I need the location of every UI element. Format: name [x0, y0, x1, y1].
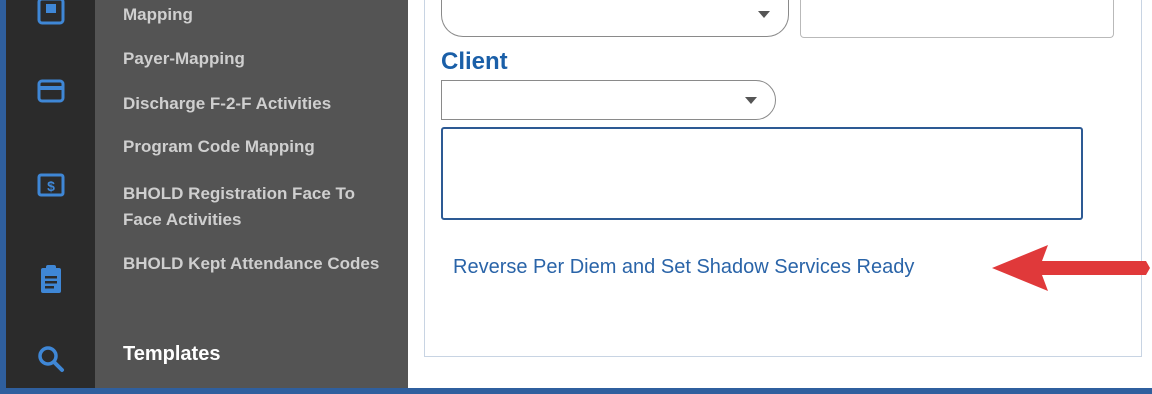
reverse-per-diem-link[interactable]: Reverse Per Diem and Set Shadow Services…	[453, 256, 914, 279]
chevron-down-icon	[758, 11, 770, 18]
top-text-field[interactable]	[800, 0, 1114, 38]
client-select[interactable]	[441, 80, 776, 120]
menu-item-templates[interactable]: Templates	[123, 341, 393, 367]
icon-rail: $	[6, 0, 95, 388]
search-icon[interactable]	[34, 342, 68, 376]
clipboard-icon[interactable]	[34, 262, 68, 296]
chevron-down-icon	[745, 97, 757, 104]
menu-item-discharge-f2f[interactable]: Discharge F-2-F Activities	[123, 91, 393, 117]
menu-item-payer-mapping[interactable]: Payer-Mapping	[123, 46, 393, 72]
window-edge-bottom	[0, 388, 1152, 394]
credit-card-icon[interactable]	[34, 74, 68, 108]
dollar-icon[interactable]: $	[34, 168, 68, 202]
top-select[interactable]	[441, 0, 789, 37]
menu-item-bhold-kept-attendance[interactable]: BHOLD Kept Attendance Codes	[123, 251, 393, 277]
client-textarea[interactable]	[441, 127, 1083, 220]
main-content: Client Reverse Per Diem and Set Shadow S…	[408, 0, 1152, 388]
sidebar-menu: Mapping Payer-Mapping Discharge F-2-F Ac…	[95, 0, 408, 388]
svg-text:$: $	[47, 178, 55, 194]
app-frame: $ Mapping Payer-Mapping Discharge F-2-F …	[0, 0, 1152, 394]
client-label: Client	[441, 48, 508, 75]
menu-item-program-code-mapping[interactable]: Program Code Mapping	[123, 134, 393, 160]
red-arrow-icon	[992, 245, 1150, 291]
window-icon[interactable]	[34, 0, 68, 28]
menu-item-bhold-registration[interactable]: BHOLD Registration Face To Face Activiti…	[123, 181, 393, 233]
menu-item-mapping[interactable]: Mapping	[123, 2, 393, 28]
